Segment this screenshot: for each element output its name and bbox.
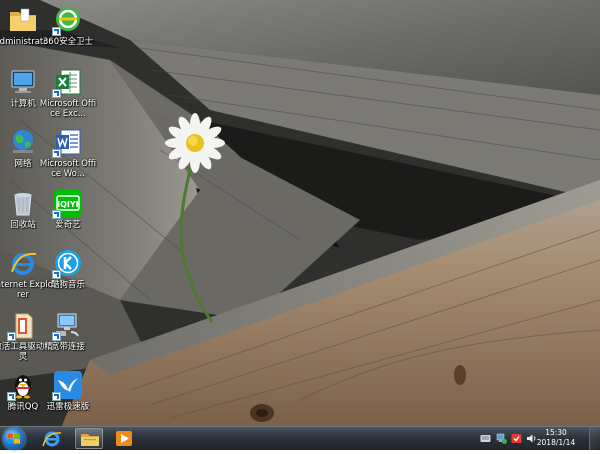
iqiyi-icon: iQIYI [52, 188, 83, 219]
clock[interactable]: 15:30 2018/1/14 [530, 428, 582, 448]
media-player-icon [116, 431, 132, 446]
taskbar-pinned-media-player[interactable] [110, 428, 138, 449]
file-explorer-icon [81, 434, 99, 446]
shortcut-arrow-icon [52, 89, 61, 98]
security-icon[interactable] [511, 433, 522, 444]
system-tray: 15:30 2018/1/14 [470, 427, 600, 450]
shortcut-arrow-icon [52, 332, 61, 341]
clock-date: 2018/1/14 [536, 438, 576, 447]
desktop-icon-thunder[interactable]: 迅雷极速版 [38, 368, 98, 428]
desktop-icon-broadband[interactable]: 宽带连接 [38, 308, 98, 368]
360-shield-icon [52, 5, 83, 36]
shortcut-arrow-icon [52, 270, 61, 279]
desktop-icon-iqiyi[interactable]: iQIYI 爱奇艺 [38, 186, 98, 246]
office-activator-icon [7, 310, 38, 341]
broadband-icon [52, 310, 83, 341]
taskbar: 15:30 2018/1/14 [0, 426, 600, 450]
excel-icon [52, 67, 83, 98]
windows-start-icon [8, 433, 20, 445]
kugou-icon [52, 248, 83, 279]
svg-text:iQIYI: iQIYI [57, 200, 78, 209]
keyboard-icon[interactable] [480, 433, 491, 444]
network-status-icon[interactable] [496, 433, 507, 444]
shortcut-arrow-icon [7, 392, 16, 401]
taskbar-pinned-explorer[interactable] [75, 428, 103, 449]
internet-explorer-icon [42, 431, 62, 447]
qq-penguin-icon [7, 370, 38, 401]
network-globe-icon [8, 127, 38, 157]
shortcut-arrow-icon [52, 27, 61, 36]
clock-time: 15:30 [545, 428, 567, 437]
start-button[interactable] [3, 428, 25, 450]
word-icon [52, 127, 83, 158]
shortcut-arrow-icon [52, 149, 61, 158]
desktop-icon-360-guard[interactable]: 360安全卫士 [38, 3, 98, 63]
recycle-bin-icon [8, 188, 38, 218]
internet-explorer-icon [8, 248, 38, 278]
folder-icon [8, 5, 38, 35]
shortcut-arrow-icon [52, 210, 61, 219]
show-desktop-button[interactable] [589, 427, 600, 450]
taskbar-pinned-ie[interactable] [38, 428, 66, 449]
desktop-icon-excel[interactable]: Microsoft Office Exc... [38, 65, 98, 125]
desktop-icon-kugou[interactable]: 酷狗音乐 [38, 246, 98, 306]
shortcut-arrow-icon [52, 392, 61, 401]
thunder-bird-icon [52, 370, 83, 401]
computer-icon [8, 67, 38, 97]
desktop-icon-word[interactable]: Microsoft Office Wo... [38, 125, 98, 185]
shortcut-arrow-icon [7, 332, 16, 341]
